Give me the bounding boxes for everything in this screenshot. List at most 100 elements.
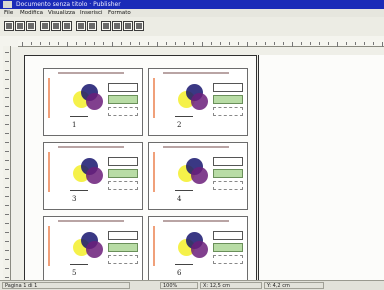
card-field-highlight[interactable] bbox=[108, 243, 138, 252]
card-3[interactable]: 3 bbox=[43, 142, 143, 210]
ruler-tick bbox=[5, 106, 9, 107]
save-icon[interactable] bbox=[26, 21, 36, 31]
card-field[interactable] bbox=[108, 157, 138, 166]
card-side-label bbox=[48, 152, 50, 192]
card-field-highlight[interactable] bbox=[213, 169, 243, 178]
ruler-tick bbox=[31, 42, 32, 45]
card-2[interactable]: 2 bbox=[148, 68, 248, 136]
paste-icon[interactable] bbox=[62, 21, 72, 31]
card-side-label bbox=[153, 152, 155, 192]
menu-visualizza[interactable]: Visualizza bbox=[48, 9, 75, 17]
ruler-tick bbox=[5, 52, 9, 53]
status-bar: Pagina 1 di 1 100% X: 12,5 cm Y: 4,2 cm bbox=[0, 280, 384, 290]
vertical-ruler[interactable] bbox=[3, 46, 11, 282]
align-right-icon[interactable] bbox=[123, 21, 133, 31]
adjacent-page[interactable] bbox=[258, 55, 384, 280]
card-5[interactable]: 5 bbox=[43, 216, 143, 284]
horizontal-ruler[interactable] bbox=[18, 40, 384, 47]
document-page[interactable]: 1 2 3 4 5 6 bbox=[24, 55, 257, 284]
card-field[interactable] bbox=[213, 231, 243, 240]
ruler-tick bbox=[5, 232, 9, 233]
card-side-label bbox=[48, 226, 50, 266]
toolbar bbox=[0, 17, 384, 36]
open-icon[interactable] bbox=[15, 21, 25, 31]
venn-diagram-icon bbox=[70, 232, 106, 262]
card-field-highlight[interactable] bbox=[108, 95, 138, 104]
card-field-dashed[interactable] bbox=[213, 107, 243, 116]
ruler-tick bbox=[5, 70, 9, 71]
status-x: X: 12,5 cm bbox=[200, 282, 262, 289]
title-bar: Documento senza titolo · Publisher bbox=[0, 0, 384, 16]
card-field[interactable] bbox=[108, 231, 138, 240]
align-center-icon[interactable] bbox=[112, 21, 122, 31]
card-field-dashed[interactable] bbox=[213, 181, 243, 190]
card-number: 3 bbox=[72, 195, 77, 203]
new-icon[interactable] bbox=[4, 21, 14, 31]
ruler-tick bbox=[5, 178, 9, 179]
card-field-dashed[interactable] bbox=[108, 107, 138, 116]
status-y: Y: 4,2 cm bbox=[264, 282, 324, 289]
ruler-tick bbox=[148, 42, 149, 45]
card-1[interactable]: 1 bbox=[43, 68, 143, 136]
card-field-highlight[interactable] bbox=[213, 95, 243, 104]
ruler-tick bbox=[346, 42, 347, 45]
ruler-tick bbox=[5, 205, 9, 206]
copy-icon[interactable] bbox=[51, 21, 61, 31]
venn-diagram-icon bbox=[70, 158, 106, 188]
ruler-tick bbox=[5, 115, 9, 116]
menu-modifica[interactable]: Modifica bbox=[20, 9, 43, 17]
card-field[interactable] bbox=[108, 83, 138, 92]
window-title: Documento senza titolo · Publisher bbox=[16, 1, 121, 8]
card-field-dashed[interactable] bbox=[108, 255, 138, 264]
card-field-dashed[interactable] bbox=[213, 255, 243, 264]
card-6[interactable]: 6 bbox=[148, 216, 248, 284]
card-field-highlight[interactable] bbox=[108, 169, 138, 178]
align-left-icon[interactable] bbox=[101, 21, 111, 31]
print-icon[interactable] bbox=[40, 21, 50, 31]
ruler-tick bbox=[5, 268, 9, 269]
card-side-label bbox=[153, 78, 155, 118]
ruler-tick bbox=[256, 42, 257, 45]
ruler-tick bbox=[40, 42, 41, 45]
ruler-tick bbox=[58, 42, 59, 45]
card-number: 2 bbox=[177, 121, 182, 129]
card-header bbox=[58, 220, 124, 222]
ruler-tick bbox=[5, 142, 9, 143]
ruler-tick bbox=[355, 42, 356, 45]
menu-file[interactable]: File bbox=[4, 9, 13, 17]
card-number: 1 bbox=[72, 121, 77, 129]
ruler-tick bbox=[175, 42, 176, 45]
card-field-highlight[interactable] bbox=[213, 243, 243, 252]
frame-icon[interactable] bbox=[134, 21, 144, 31]
card-side-label bbox=[48, 78, 50, 118]
zoom-in-icon[interactable] bbox=[76, 21, 86, 31]
venn-diagram-icon bbox=[175, 158, 211, 188]
card-header bbox=[163, 146, 229, 148]
card-4[interactable]: 4 bbox=[148, 142, 248, 210]
ruler-tick bbox=[139, 42, 140, 45]
card-field[interactable] bbox=[213, 83, 243, 92]
ruler-tick bbox=[5, 241, 9, 242]
ruler-tick bbox=[5, 133, 9, 134]
menu-bar: File Modifica Visualizza Inserisci Forma… bbox=[0, 9, 384, 17]
ruler-tick bbox=[5, 259, 9, 260]
card-field[interactable] bbox=[213, 157, 243, 166]
menu-inserisci[interactable]: Inserisci bbox=[80, 9, 103, 17]
app-icon[interactable] bbox=[3, 1, 12, 8]
application-window: Documento senza titolo · Publisher File … bbox=[0, 0, 384, 290]
menu-formato[interactable]: Formato bbox=[108, 9, 131, 17]
document-workspace[interactable]: 1 2 3 4 5 6 bbox=[11, 47, 384, 284]
status-zoom: 100% bbox=[160, 282, 198, 289]
ruler-tick bbox=[5, 97, 9, 98]
ruler-tick bbox=[5, 196, 9, 197]
ruler-tick bbox=[85, 42, 86, 45]
card-number: 4 bbox=[177, 195, 182, 203]
ruler-tick bbox=[211, 42, 212, 45]
ruler-tick bbox=[5, 277, 9, 278]
ruler-tick bbox=[5, 169, 9, 170]
zoom-out-icon[interactable] bbox=[87, 21, 97, 31]
card-field-dashed[interactable] bbox=[108, 181, 138, 190]
ruler-tick bbox=[5, 214, 9, 215]
ruler-tick bbox=[49, 42, 50, 45]
ruler-tick bbox=[76, 42, 77, 45]
